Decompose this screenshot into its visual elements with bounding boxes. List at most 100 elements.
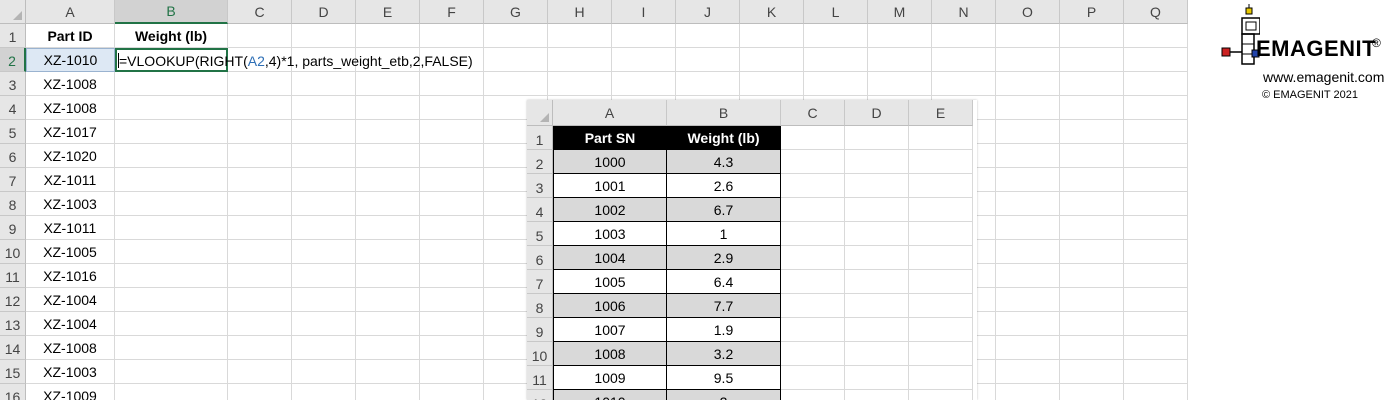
cell-d9[interactable] <box>292 216 356 240</box>
row-header-9[interactable]: 9 <box>0 216 26 240</box>
cell-o6[interactable] <box>996 144 1060 168</box>
cell-p12[interactable] <box>1060 288 1124 312</box>
cell-a3[interactable]: XZ-1008 <box>26 72 115 96</box>
cell-h3[interactable] <box>548 72 612 96</box>
inset-cell-d2[interactable] <box>845 150 909 174</box>
row-header-11[interactable]: 11 <box>0 264 26 288</box>
cell-e14[interactable] <box>356 336 420 360</box>
inset-cell-e10[interactable] <box>909 342 973 366</box>
cell-e8[interactable] <box>356 192 420 216</box>
cell-p10[interactable] <box>1060 240 1124 264</box>
inset-row-header-11[interactable]: 11 <box>527 366 553 390</box>
cell-d8[interactable] <box>292 192 356 216</box>
cell-d16[interactable] <box>292 384 356 400</box>
inset-cell-e9[interactable] <box>909 318 973 342</box>
cell-f9[interactable] <box>420 216 484 240</box>
inset-cell-b3[interactable]: 2.6 <box>667 174 781 198</box>
inset-cell-d8[interactable] <box>845 294 909 318</box>
cell-c11[interactable] <box>228 264 292 288</box>
inset-cell-a10[interactable]: 1008 <box>553 342 667 366</box>
cell-e1[interactable] <box>356 24 420 48</box>
inset-row-header-2[interactable]: 2 <box>527 150 553 174</box>
inset-column-header-b[interactable]: B <box>667 100 781 126</box>
cell-b10[interactable] <box>115 240 228 264</box>
row-header-3[interactable]: 3 <box>0 72 26 96</box>
cell-f4[interactable] <box>420 96 484 120</box>
cell-f3[interactable] <box>420 72 484 96</box>
inset-cell-a12[interactable]: 1010 <box>553 390 667 400</box>
cell-a15[interactable]: XZ-1003 <box>26 360 115 384</box>
column-header-i[interactable]: I <box>612 0 676 24</box>
cell-e12[interactable] <box>356 288 420 312</box>
cell-a10[interactable]: XZ-1005 <box>26 240 115 264</box>
cell-o11[interactable] <box>996 264 1060 288</box>
inset-cell-e12[interactable] <box>909 390 973 400</box>
cell-g3[interactable] <box>484 72 548 96</box>
column-header-o[interactable]: O <box>996 0 1060 24</box>
cell-a11[interactable]: XZ-1016 <box>26 264 115 288</box>
column-header-j[interactable]: J <box>676 0 740 24</box>
cell-a5[interactable]: XZ-1017 <box>26 120 115 144</box>
inset-row-header-9[interactable]: 9 <box>527 318 553 342</box>
cell-d15[interactable] <box>292 360 356 384</box>
cell-o13[interactable] <box>996 312 1060 336</box>
cell-c5[interactable] <box>228 120 292 144</box>
cell-p4[interactable] <box>1060 96 1124 120</box>
column-header-c[interactable]: C <box>228 0 292 24</box>
cell-q5[interactable] <box>1124 120 1188 144</box>
inset-cell-b12[interactable]: 2 <box>667 390 781 400</box>
cell-a16[interactable]: XZ-1009 <box>26 384 115 400</box>
cell-o5[interactable] <box>996 120 1060 144</box>
cell-i2[interactable] <box>612 48 676 72</box>
column-header-f[interactable]: F <box>420 0 484 24</box>
inset-cell-b1[interactable]: Weight (lb) <box>667 126 781 150</box>
inset-cell-c2[interactable] <box>781 150 845 174</box>
column-header-e[interactable]: E <box>356 0 420 24</box>
inset-cell-e5[interactable] <box>909 222 973 246</box>
cell-b16[interactable] <box>115 384 228 400</box>
inset-cell-d1[interactable] <box>845 126 909 150</box>
cell-c6[interactable] <box>228 144 292 168</box>
inset-cell-e8[interactable] <box>909 294 973 318</box>
cell-c16[interactable] <box>228 384 292 400</box>
cell-n3[interactable] <box>932 72 996 96</box>
cell-o9[interactable] <box>996 216 1060 240</box>
cell-e10[interactable] <box>356 240 420 264</box>
inset-cell-d6[interactable] <box>845 246 909 270</box>
inset-cell-c3[interactable] <box>781 174 845 198</box>
inset-cell-b11[interactable]: 9.5 <box>667 366 781 390</box>
cell-q6[interactable] <box>1124 144 1188 168</box>
row-header-2[interactable]: 2 <box>0 48 26 72</box>
cell-o4[interactable] <box>996 96 1060 120</box>
cell-p3[interactable] <box>1060 72 1124 96</box>
cell-q13[interactable] <box>1124 312 1188 336</box>
inset-cell-d4[interactable] <box>845 198 909 222</box>
row-header-7[interactable]: 7 <box>0 168 26 192</box>
cell-j2[interactable] <box>676 48 740 72</box>
cell-f14[interactable] <box>420 336 484 360</box>
cell-c13[interactable] <box>228 312 292 336</box>
cell-c14[interactable] <box>228 336 292 360</box>
cell-c3[interactable] <box>228 72 292 96</box>
cell-o16[interactable] <box>996 384 1060 400</box>
column-header-d[interactable]: D <box>292 0 356 24</box>
cell-g2[interactable] <box>484 48 548 72</box>
inset-cell-d10[interactable] <box>845 342 909 366</box>
cell-d13[interactable] <box>292 312 356 336</box>
column-header-l[interactable]: L <box>804 0 868 24</box>
active-cell-b2[interactable]: =VLOOKUP(RIGHT(A2,4)*1, parts_weight_etb… <box>115 48 473 72</box>
cell-c8[interactable] <box>228 192 292 216</box>
cell-q4[interactable] <box>1124 96 1188 120</box>
cell-e6[interactable] <box>356 144 420 168</box>
inset-cell-a6[interactable]: 1004 <box>553 246 667 270</box>
cell-p15[interactable] <box>1060 360 1124 384</box>
cell-e15[interactable] <box>356 360 420 384</box>
cell-b1[interactable]: Weight (lb) <box>115 24 228 48</box>
cell-l2[interactable] <box>804 48 868 72</box>
cell-d11[interactable] <box>292 264 356 288</box>
cell-c7[interactable] <box>228 168 292 192</box>
cell-i1[interactable] <box>612 24 676 48</box>
cell-p6[interactable] <box>1060 144 1124 168</box>
cell-c4[interactable] <box>228 96 292 120</box>
cell-a2[interactable]: XZ-1010 <box>26 48 115 72</box>
